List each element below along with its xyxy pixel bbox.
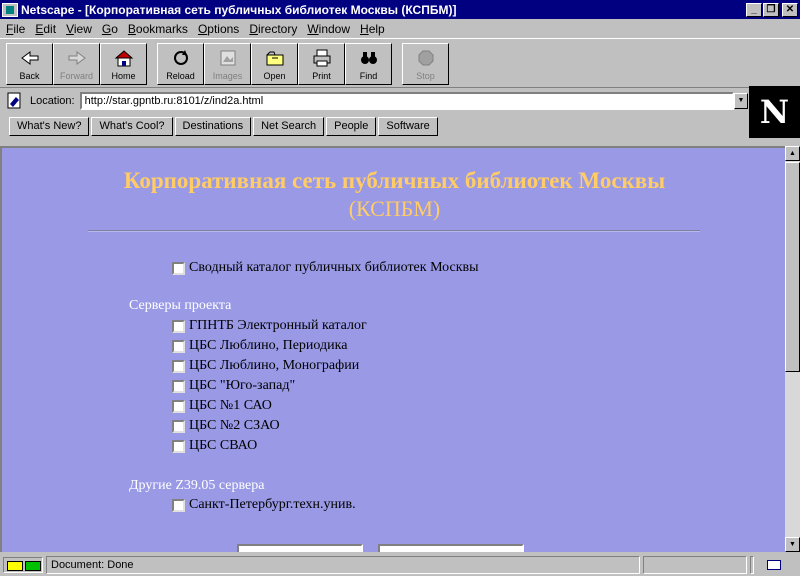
find-binoculars-icon [360,52,377,64]
netscape-app-icon[interactable] [2,2,18,17]
status-divider [750,555,754,574]
people-button[interactable]: People [326,116,377,136]
menu-help[interactable]: Help [356,22,391,36]
progress-box [643,555,747,574]
open-folder-icon [266,51,283,66]
forward-button[interactable]: Forward [53,43,100,85]
forward-arrow-icon [68,51,86,65]
back-arrow-icon [20,51,38,65]
netscape-logo[interactable]: N [749,86,800,138]
images-button[interactable]: Images [204,43,251,85]
menu-options[interactable]: Options [194,22,245,36]
whats-cool-button[interactable]: What's Cool? [91,116,173,136]
checkbox[interactable] [172,339,185,353]
menu-edit[interactable]: Edit [31,22,62,36]
checkbox-spb-tech-univ[interactable]: Санкт-Петербург.техн.унив. [172,497,356,513]
other-servers-label: Другие Z39.05 сервера [129,478,265,493]
images-icon [220,50,235,66]
checkbox[interactable] [172,439,185,453]
checkbox-union-catalog[interactable]: Сводный каталог публичных библиотек Моск… [172,260,479,276]
location-url-input[interactable]: http://star.gpntb.ru:8101/z/ind2a.html [79,92,735,110]
location-label: Location: [29,95,75,107]
printer-icon [313,49,330,67]
maximize-button[interactable]: ❐ [763,2,779,17]
home-icon [114,50,133,67]
menu-go[interactable]: Go [98,22,124,36]
home-button[interactable]: Home [100,43,147,85]
whats-new-button[interactable]: What's New? [9,116,90,136]
project-servers-label: Серверы проекта [129,298,232,313]
status-bar: Document: Done [0,553,800,576]
checkbox[interactable] [172,419,185,433]
location-dropdown-button[interactable]: ▼ [734,93,748,109]
checkbox[interactable] [172,261,185,275]
open-button[interactable]: Open [251,43,298,85]
menu-view[interactable]: View [62,22,98,36]
navigation-toolbar: Back Forward Home Reload Images Open Pri… [0,38,800,88]
search-term-input[interactable] [378,544,524,552]
destinations-button[interactable]: Destinations [174,116,252,136]
checkbox-lyublino-monographs[interactable]: ЦБС Люблино, Монографии [172,358,359,374]
checkbox-yugo-zapad[interactable]: ЦБС "Юго-запад" [172,378,295,394]
checkbox[interactable] [172,399,185,413]
scroll-down-button[interactable]: ▼ [785,537,800,552]
page-content: Корпоративная сеть публичных библиотек М… [0,146,785,552]
checkbox[interactable] [172,319,185,333]
page-proxy-icon[interactable] [6,92,24,110]
checkbox-cbs-2-szao[interactable]: ЦБС №2 СЗАО [172,418,280,434]
security-key-icon[interactable] [3,556,43,573]
page-subtitle: (КСПБМ) [348,196,441,221]
checkbox[interactable] [172,359,185,373]
status-text: Document: Done [46,555,640,574]
checkbox-gpntb-catalog[interactable]: ГПНТБ Электронный каталог [172,318,367,334]
checkbox-cbs-svao[interactable]: ЦБС СВАО [172,438,257,454]
menu-bookmarks[interactable]: Bookmarks [124,22,194,36]
checkbox[interactable] [172,498,185,512]
mail-icon[interactable] [767,559,781,570]
stop-icon [418,50,433,66]
stop-button[interactable]: Stop [402,43,449,85]
vertical-scrollbar[interactable]: ▲ ▼ [785,146,800,552]
horizontal-rule [88,230,700,232]
netscape-logo-letter: N [759,93,790,131]
menu-directory[interactable]: Directory [245,22,303,36]
menu-file[interactable]: File [2,22,31,36]
reload-icon [173,50,188,65]
menu-window[interactable]: Window [303,22,356,36]
title-bar: Netscape - [Корпоративная сеть публичных… [0,0,800,19]
minimize-button[interactable]: _ [746,2,762,17]
checkbox-cbs-1-sao[interactable]: ЦБС №1 САО [172,398,272,414]
checkbox[interactable] [172,379,185,393]
window-title: Netscape - [Корпоративная сеть публичных… [21,2,457,17]
directory-buttons-bar: What's New? What's Cool? Destinations Ne… [0,114,748,138]
scroll-up-button[interactable]: ▲ [785,146,800,161]
location-bar: Location: http://star.gpntb.ru:8101/z/in… [0,89,748,113]
software-button[interactable]: Software [378,116,438,136]
checkbox-lyublino-periodicals[interactable]: ЦБС Люблино, Периодика [172,338,347,354]
reload-button[interactable]: Reload [157,43,204,85]
net-search-button[interactable]: Net Search [253,116,325,136]
find-button[interactable]: Find [345,43,392,85]
scroll-thumb[interactable] [785,162,800,372]
print-button[interactable]: Print [298,43,345,85]
page-title: Корпоративная сеть публичных библиотек М… [123,168,666,193]
menu-bar: File Edit View Go Bookmarks Options Dire… [0,19,800,38]
search-field-select[interactable] [237,544,363,552]
close-button[interactable]: ✕ [782,2,798,17]
back-button[interactable]: Back [6,43,53,85]
